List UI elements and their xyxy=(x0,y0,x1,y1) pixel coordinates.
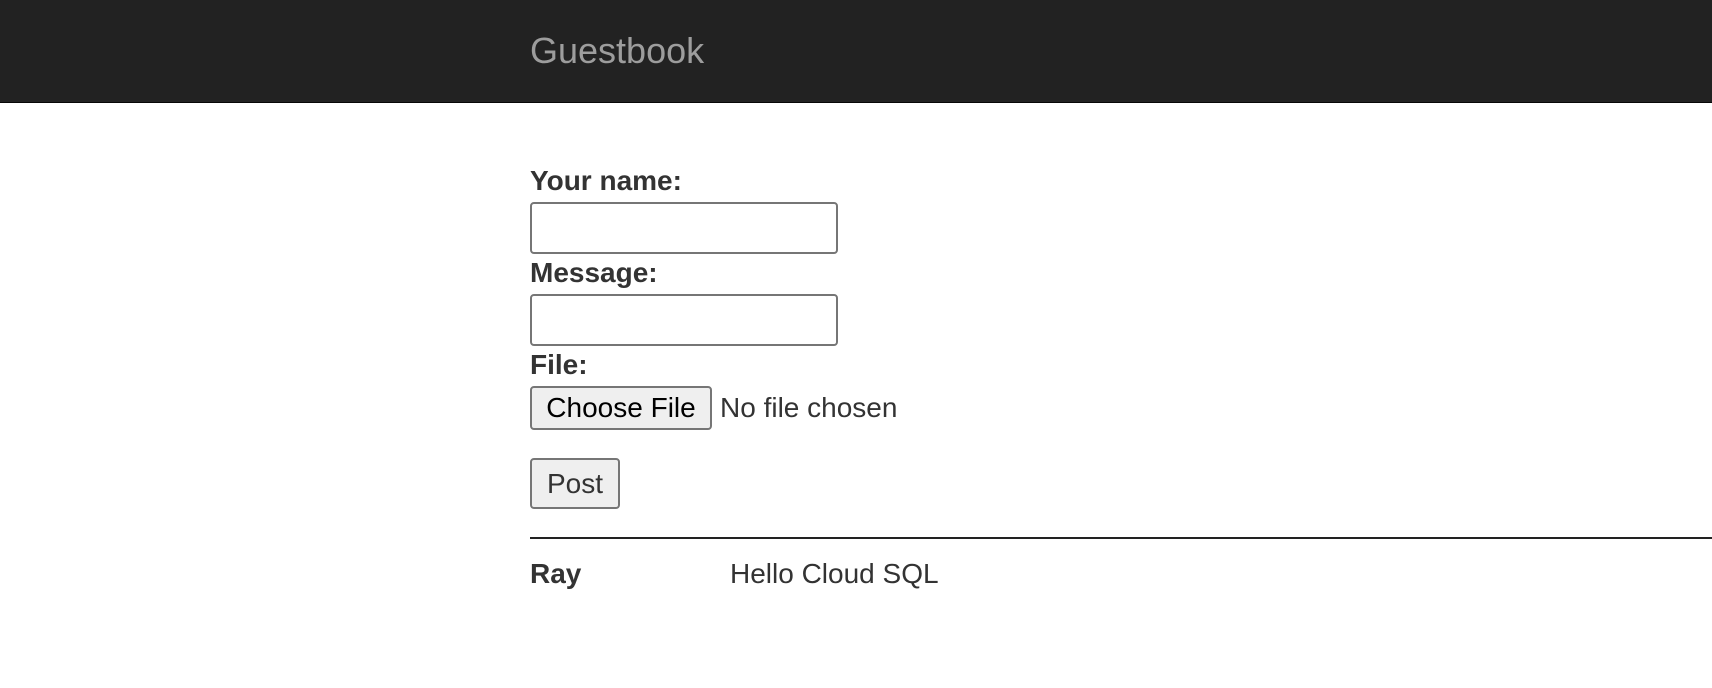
name-input[interactable] xyxy=(530,202,838,254)
entry-message: Hello Cloud SQL xyxy=(730,558,939,589)
file-status-text: No file chosen xyxy=(720,392,898,423)
choose-file-button[interactable]: Choose File xyxy=(530,386,712,430)
name-label: Your name: xyxy=(530,165,682,196)
top-navbar: Guestbook xyxy=(0,0,1712,103)
message-input[interactable] xyxy=(530,294,838,346)
guestbook-entry: Ray Hello Cloud SQL xyxy=(530,556,1712,592)
entry-author: Ray xyxy=(530,558,582,589)
message-label: Message: xyxy=(530,257,658,288)
brand-link[interactable]: Guestbook xyxy=(530,28,704,74)
file-picker: Choose File No file chosen xyxy=(530,386,897,430)
post-button[interactable]: Post xyxy=(530,458,620,509)
file-label: File: xyxy=(530,349,588,380)
entries-divider xyxy=(530,537,1712,539)
